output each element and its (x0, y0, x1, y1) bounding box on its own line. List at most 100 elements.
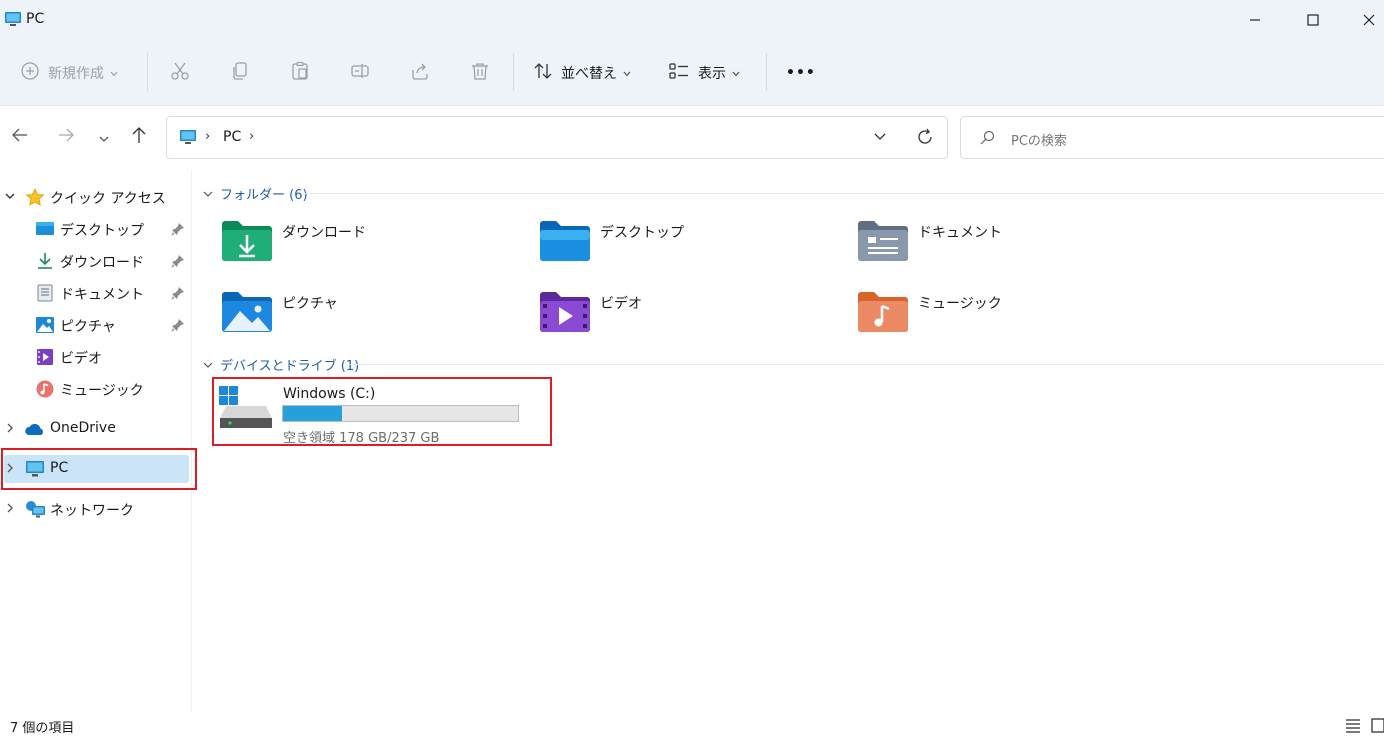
document-icon (35, 284, 55, 306)
rename-button[interactable] (350, 56, 370, 90)
more-options-button[interactable]: ••• (786, 56, 816, 90)
trash-icon (470, 61, 490, 85)
folder-name: デスクトップ (600, 225, 684, 241)
tiles-view-icon (1371, 718, 1384, 733)
sidebar-item-label: ネットワーク (50, 503, 134, 519)
chevron-down-icon (732, 65, 740, 81)
more-dots-icon: ••• (786, 65, 816, 81)
sidebar-item-documents[interactable]: ドキュメント (0, 278, 192, 308)
copy-button[interactable] (230, 56, 250, 90)
search-box[interactable]: PCの検索 (960, 116, 1384, 159)
pin-icon[interactable] (171, 318, 185, 336)
folder-music[interactable]: ミュージック (856, 289, 1156, 345)
chevron-right-icon[interactable] (4, 422, 16, 438)
group-header-folders[interactable]: フォルダー (6) (202, 184, 308, 203)
cut-button[interactable] (170, 56, 190, 90)
folder-documents[interactable]: ドキュメント (856, 218, 1156, 274)
pin-icon[interactable] (171, 286, 185, 304)
network-icon (24, 500, 46, 522)
chevron-down-icon (203, 362, 213, 368)
video-icon (35, 348, 55, 370)
toolbar-separator (766, 53, 767, 91)
new-button-label: 新規作成 (48, 66, 104, 82)
address-bar[interactable]: › PC › (166, 116, 948, 159)
pictures-folder-icon (220, 289, 274, 339)
sidebar-item-downloads[interactable]: ダウンロード (0, 246, 192, 276)
chevron-down-icon (623, 65, 631, 81)
star-icon (25, 188, 45, 210)
sidebar-item-label: OneDrive (50, 420, 116, 436)
arrow-right-icon (57, 127, 75, 147)
clipboard-icon (290, 61, 310, 85)
folder-name: ドキュメント (918, 225, 1002, 241)
videos-folder-icon (538, 289, 592, 339)
arrow-up-icon (131, 126, 147, 148)
sidebar-item-label: ドキュメント (60, 287, 144, 303)
pc-icon (4, 11, 22, 31)
plus-circle-icon (20, 61, 40, 85)
chevron-right-icon[interactable] (4, 502, 16, 518)
sidebar-item-desktop[interactable]: デスクトップ (0, 214, 192, 244)
highlight-box-pc (1, 448, 197, 490)
pin-icon[interactable] (171, 222, 185, 240)
close-button[interactable] (1340, 0, 1384, 40)
search-icon (979, 130, 995, 150)
folder-name: ビデオ (600, 296, 642, 312)
search-placeholder: PCの検索 (1011, 134, 1067, 149)
up-button[interactable] (124, 120, 154, 154)
toolbar-separator (147, 53, 148, 91)
breadcrumb-pc[interactable]: PC (223, 129, 241, 145)
group-divider (302, 193, 1384, 194)
refresh-icon[interactable] (915, 127, 935, 151)
delete-button[interactable] (470, 56, 490, 90)
group-header-devices[interactable]: デバイスとドライブ (1) (202, 355, 359, 374)
sidebar-item-network[interactable]: ネットワーク (0, 494, 192, 524)
new-button[interactable]: 新規作成 (20, 56, 118, 90)
sidebar-item-label: ピクチャ (60, 319, 116, 335)
cloud-icon (24, 420, 46, 442)
music-icon (35, 380, 55, 402)
folder-videos[interactable]: ビデオ (538, 289, 838, 345)
recent-locations-button[interactable] (89, 120, 119, 154)
folder-name: ダウンロード (282, 225, 366, 241)
arrow-left-icon (11, 127, 29, 147)
view-button[interactable]: 表示 (668, 56, 740, 90)
sidebar-item-onedrive[interactable]: OneDrive (0, 414, 192, 444)
forward-button[interactable] (51, 120, 81, 154)
sidebar-item-music[interactable]: ミュージック (0, 374, 192, 404)
toolbar-separator (513, 53, 514, 91)
file-explorer-window: PC 新規作成 並べ替え 表示 ••• › PC › PCの検索 クイック アク… (0, 0, 1384, 741)
minimize-button[interactable] (1226, 0, 1284, 40)
breadcrumb-chevron-icon[interactable]: › (249, 129, 254, 144)
desktop-folder-icon (538, 218, 592, 268)
desktop-icon (35, 220, 55, 242)
share-button[interactable] (410, 56, 430, 90)
sidebar-item-label: クイック アクセス (50, 191, 166, 207)
folder-desktop[interactable]: デスクトップ (538, 218, 838, 274)
title-bar: PC (0, 0, 1384, 40)
sort-button[interactable]: 並べ替え (533, 56, 631, 90)
breadcrumb-chevron-icon[interactable]: › (205, 129, 210, 144)
sidebar-item-videos[interactable]: ビデオ (0, 342, 192, 372)
sidebar-item-pictures[interactable]: ピクチャ (0, 310, 192, 340)
pin-icon[interactable] (171, 254, 185, 272)
tiles-view-button[interactable] (1370, 716, 1384, 738)
picture-icon (35, 316, 55, 338)
download-arrow-icon (35, 252, 55, 274)
chevron-down-icon (110, 65, 118, 81)
downloads-folder-icon (220, 218, 274, 268)
chevron-down-icon[interactable] (4, 190, 16, 206)
folder-downloads[interactable]: ダウンロード (220, 218, 520, 274)
details-view-button[interactable] (1344, 716, 1362, 738)
back-button[interactable] (5, 120, 35, 154)
rename-icon (350, 61, 370, 85)
view-button-label: 表示 (698, 66, 726, 82)
address-history-dropdown[interactable] (873, 128, 887, 150)
folder-pictures[interactable]: ピクチャ (220, 289, 520, 345)
documents-folder-icon (856, 218, 910, 268)
scissors-icon (170, 61, 190, 85)
maximize-button[interactable] (1284, 0, 1342, 40)
pc-icon (179, 129, 197, 149)
sidebar-item-quick-access[interactable]: クイック アクセス (0, 182, 192, 212)
paste-button[interactable] (290, 56, 310, 90)
